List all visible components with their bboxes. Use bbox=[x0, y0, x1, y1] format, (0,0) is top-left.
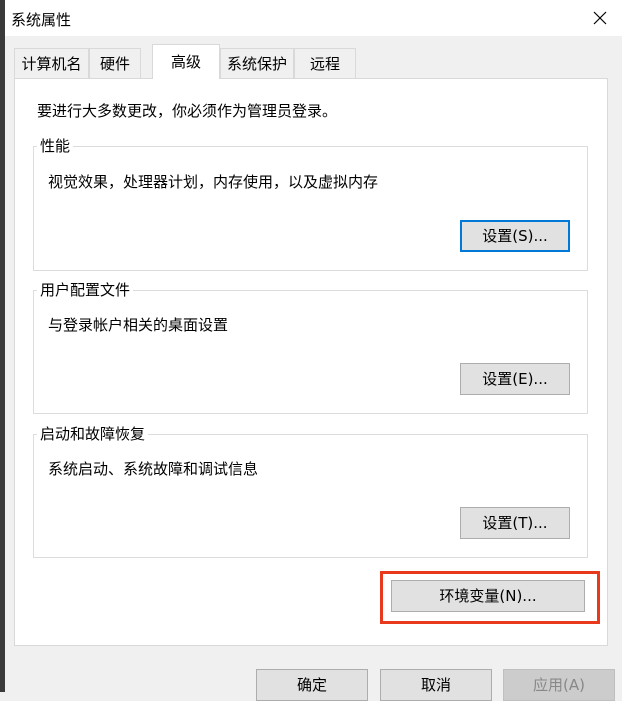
tab-system-protection[interactable]: 系统保护 bbox=[220, 48, 294, 78]
ok-button[interactable]: 确定 bbox=[256, 669, 368, 701]
startup-recovery-description: 系统启动、系统故障和调试信息 bbox=[48, 460, 259, 478]
startup-recovery-title: 启动和故障恢复 bbox=[37, 425, 149, 443]
user-profiles-description: 与登录帐户相关的桌面设置 bbox=[48, 316, 229, 334]
tab-hardware[interactable]: 硬件 bbox=[89, 48, 141, 78]
close-button[interactable] bbox=[578, 0, 622, 36]
tab-computer-name[interactable]: 计算机名 bbox=[14, 48, 89, 78]
startup-recovery-group: 启动和故障恢复 系统启动、系统故障和调试信息 设置(T)... bbox=[33, 425, 588, 558]
title-bar: 系统属性 bbox=[5, 0, 622, 36]
tab-advanced[interactable]: 高级 bbox=[152, 44, 220, 79]
user-profiles-group: 用户配置文件 与登录帐户相关的桌面设置 设置(E)... bbox=[33, 281, 588, 414]
admin-notice: 要进行大多数更改，你必须作为管理员登录。 bbox=[37, 102, 338, 120]
performance-settings-button[interactable]: 设置(S)... bbox=[460, 220, 570, 252]
user-profiles-title: 用户配置文件 bbox=[37, 281, 134, 299]
highlight-box bbox=[380, 571, 600, 624]
tab-panel-advanced: 要进行大多数更改，你必须作为管理员登录。 性能 视觉效果，处理器计划，内存使用，… bbox=[14, 78, 608, 646]
performance-title: 性能 bbox=[37, 137, 74, 155]
tab-remote[interactable]: 远程 bbox=[294, 48, 356, 78]
performance-group: 性能 视觉效果，处理器计划，内存使用，以及虚拟内存 设置(S)... bbox=[33, 137, 588, 271]
user-profiles-settings-button[interactable]: 设置(E)... bbox=[460, 363, 570, 395]
apply-button: 应用(A) bbox=[503, 669, 615, 701]
startup-recovery-settings-button[interactable]: 设置(T)... bbox=[460, 507, 570, 539]
background-edge bbox=[0, 0, 5, 692]
performance-description: 视觉效果，处理器计划，内存使用，以及虚拟内存 bbox=[48, 173, 379, 191]
cancel-button[interactable]: 取消 bbox=[380, 669, 492, 701]
close-icon bbox=[593, 11, 607, 25]
window-title: 系统属性 bbox=[11, 11, 72, 29]
